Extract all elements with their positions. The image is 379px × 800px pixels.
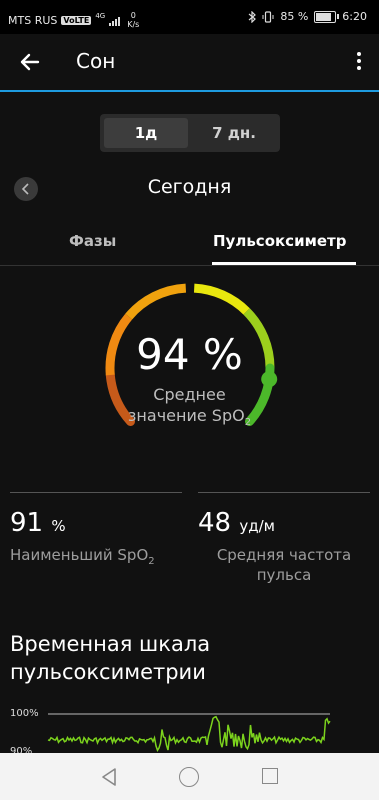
app-bar: Сон bbox=[0, 34, 379, 90]
spo2-average-value: 94 % bbox=[136, 330, 243, 379]
status-bar: MTS RUS VoLTE 4G 0 K/s 85 % 6:20 bbox=[0, 0, 379, 34]
page-title: Сон bbox=[76, 49, 116, 73]
more-vert-icon bbox=[357, 52, 361, 56]
date-label: Сегодня bbox=[147, 176, 232, 198]
timeline-title: Временная шкала пульсоксиметрии bbox=[10, 630, 210, 686]
period-selector: 1д 7 дн. bbox=[100, 114, 280, 152]
avg-pulse-label-line2: пульса bbox=[256, 566, 312, 584]
min-spo2-unit: % bbox=[51, 517, 66, 535]
circle-home-icon[interactable] bbox=[179, 767, 199, 787]
header-accent-line bbox=[0, 90, 379, 92]
spo2-average-caption: Среднее значение SpO2 bbox=[0, 384, 379, 433]
stat-divider-right bbox=[198, 492, 370, 493]
timeline-chart bbox=[47, 713, 331, 753]
net-speed-unit: K/s bbox=[127, 20, 140, 29]
arrow-left-icon bbox=[20, 53, 40, 71]
battery-icon bbox=[314, 10, 340, 23]
triangle-back-icon[interactable] bbox=[100, 767, 118, 787]
min-spo2-number: 91 bbox=[10, 508, 44, 538]
timeline-series-line bbox=[47, 715, 331, 753]
prev-day-button[interactable] bbox=[14, 177, 38, 201]
timeline-title-line1: Временная шкала bbox=[10, 632, 211, 656]
caption-line1: Среднее bbox=[153, 385, 226, 404]
tabs-divider bbox=[0, 265, 379, 266]
status-right: 85 % 6:20 bbox=[248, 10, 367, 23]
min-spo2-label-text: Наименьший SpO bbox=[10, 546, 149, 564]
vibrate-icon bbox=[262, 10, 274, 23]
period-option-7d[interactable]: 7 дн. bbox=[192, 114, 276, 152]
network-type: 4G bbox=[95, 12, 106, 20]
min-spo2-value: 91 % bbox=[10, 508, 66, 538]
signal-icon bbox=[109, 16, 121, 26]
battery-percent: 85 % bbox=[280, 10, 309, 23]
gauge-arc-segment bbox=[193, 283, 250, 315]
gauge-arc-segment bbox=[125, 283, 187, 320]
avg-pulse-label: Средняя частота пульса bbox=[198, 545, 370, 585]
system-nav-bar bbox=[0, 753, 379, 800]
net-speed-value: 0 bbox=[130, 11, 136, 20]
net-speed: 0 K/s bbox=[127, 11, 139, 29]
period-option-1d[interactable]: 1д bbox=[104, 118, 188, 148]
carrier-label: MTS RUS bbox=[8, 13, 58, 27]
back-button[interactable] bbox=[16, 48, 44, 76]
avg-pulse-unit: уд/м bbox=[239, 517, 275, 535]
tab-phases[interactable]: Фазы bbox=[69, 232, 116, 250]
caption-sub: 2 bbox=[244, 417, 252, 429]
min-spo2-label: Наименьший SpO2 bbox=[10, 545, 155, 572]
caption-line2: значение SpO bbox=[127, 406, 245, 425]
tab-pulse-oximeter[interactable]: Пульсоксиметр bbox=[213, 232, 346, 250]
battery-fill bbox=[316, 12, 331, 21]
square-recent-icon[interactable] bbox=[262, 768, 278, 784]
avg-pulse-value: 48 уд/м bbox=[198, 508, 275, 538]
avg-pulse-number: 48 bbox=[198, 508, 232, 538]
timeline-title-line2: пульсоксиметрии bbox=[10, 660, 206, 684]
bluetooth-icon bbox=[248, 10, 257, 23]
chevron-left-icon bbox=[21, 183, 29, 195]
min-spo2-label-sub: 2 bbox=[148, 556, 155, 567]
tab-bar: Фазы Пульсоксиметр bbox=[0, 222, 379, 266]
clock: 6:20 bbox=[342, 10, 367, 23]
more-menu-button[interactable] bbox=[353, 50, 365, 74]
stat-divider-left bbox=[10, 492, 182, 493]
avg-pulse-label-line1: Средняя частота bbox=[216, 546, 352, 564]
status-left: MTS RUS VoLTE 4G 0 K/s bbox=[8, 11, 139, 29]
volte-badge: VoLTE bbox=[61, 15, 92, 25]
